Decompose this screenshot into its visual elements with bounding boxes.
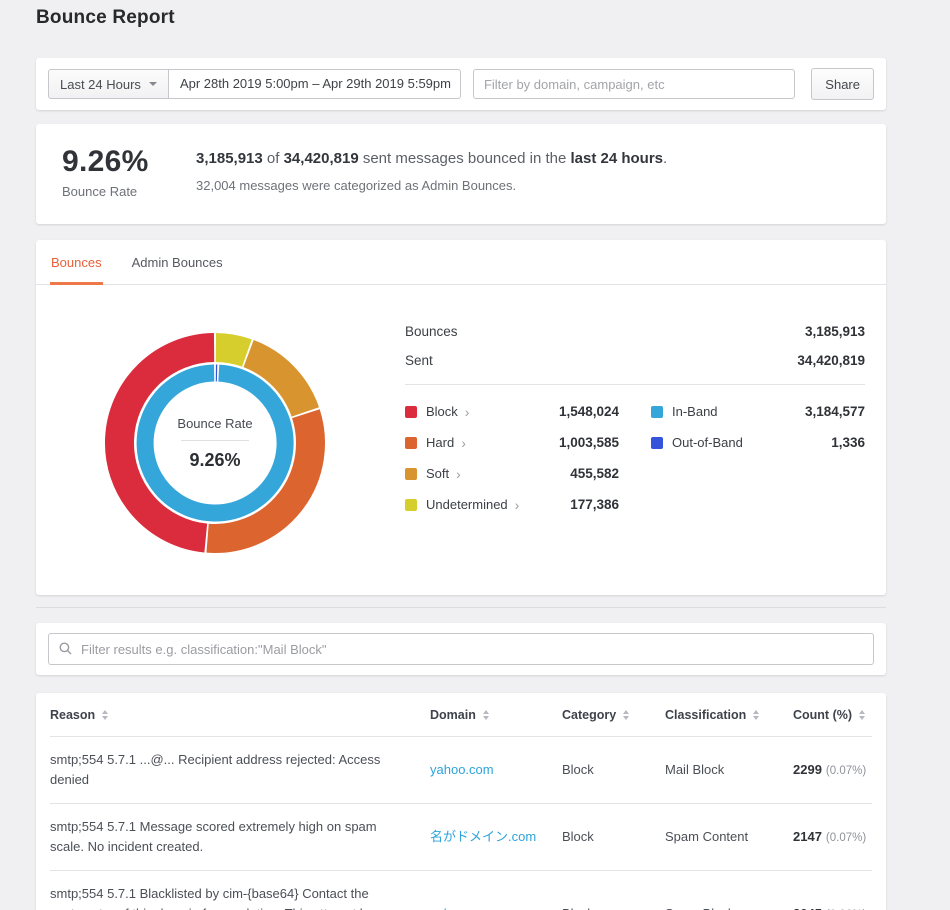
caret-down-icon xyxy=(149,82,157,86)
sort-icon[interactable] xyxy=(859,710,865,720)
undetermined-swatch xyxy=(405,499,417,511)
sort-icon[interactable] xyxy=(102,710,108,720)
bounce-donut-chart[interactable]: Bounce Rate 9.26% xyxy=(103,331,327,555)
column-header-classification[interactable]: Classification xyxy=(665,708,793,722)
tab-admin-bounces[interactable]: Admin Bounces xyxy=(131,240,224,285)
share-button[interactable]: Share xyxy=(811,68,874,100)
block-swatch xyxy=(405,406,417,418)
reason-cell: smtp;554 5.7.1 Blacklisted by cim-{base6… xyxy=(50,884,430,910)
date-range-preset-label: Last 24 Hours xyxy=(60,77,141,92)
domain-link[interactable]: yahoo.com xyxy=(430,762,494,777)
chevron-right-icon[interactable]: › xyxy=(461,436,466,450)
legend-grid: Block › 1,548,024 Hard › 1,003,585 xyxy=(405,396,865,520)
legend-item-block[interactable]: Block › 1,548,024 xyxy=(405,396,619,427)
donut-segment-in-band[interactable] xyxy=(145,373,285,513)
domain-cell: yahoo.com xyxy=(430,760,562,780)
report-toolbar: Last 24 Hours Apr 28th 2019 5:00pm – Apr… xyxy=(36,58,886,110)
chevron-right-icon[interactable]: › xyxy=(515,498,520,512)
table-header-row: Reason Domain Category Classification Co… xyxy=(50,693,872,737)
classification-cell: Mail Block xyxy=(665,760,793,780)
domain-link[interactable]: yahoo.com xyxy=(430,906,494,910)
out-of-band-swatch xyxy=(651,437,663,449)
legend-item-soft[interactable]: Soft › 455,582 xyxy=(405,458,619,489)
category-cell: Block xyxy=(562,827,665,847)
bounce-reasons-table: Reason Domain Category Classification Co… xyxy=(36,693,886,910)
column-header-category[interactable]: Category xyxy=(562,708,665,722)
column-header-reason[interactable]: Reason xyxy=(50,708,430,722)
chart-totals: Bounces 3,185,913 Sent 34,420,819 xyxy=(405,317,865,385)
category-legend: Block › 1,548,024 Hard › 1,003,585 xyxy=(405,396,619,520)
legend-item-in-band: In-Band 3,184,577 xyxy=(651,396,865,427)
bounced-count: 3,185,913 xyxy=(196,150,263,167)
soft-swatch xyxy=(405,468,417,480)
sort-icon[interactable] xyxy=(483,710,489,720)
bounces-total-row: Bounces 3,185,913 xyxy=(405,317,865,346)
sort-icon[interactable] xyxy=(623,710,629,720)
type-legend: In-Band 3,184,577 Out-of-Band 1,336 xyxy=(651,396,865,520)
table-row: smtp;554 5.7.1 Message scored extremely … xyxy=(50,804,872,871)
table-row: smtp;554 5.7.1 ...@... Recipient address… xyxy=(50,737,872,804)
legend-item-out-of-band: Out-of-Band 1,336 xyxy=(651,427,865,458)
date-range-preset-button[interactable]: Last 24 Hours xyxy=(48,69,169,99)
bounces-panel: Bounces Admin Bounces Bounce Rate 9.26% … xyxy=(36,240,886,595)
hard-swatch xyxy=(405,437,417,449)
results-filter-input[interactable] xyxy=(48,633,874,665)
donut-segment-undetermined[interactable] xyxy=(216,348,247,353)
sent-total-row: Sent 34,420,819 xyxy=(405,346,865,375)
category-cell: Block xyxy=(562,760,665,780)
section-divider xyxy=(36,607,886,608)
count-cell: 2147(0.07%) xyxy=(793,827,872,848)
chevron-right-icon[interactable]: › xyxy=(465,405,470,419)
chart-legend: Bounces 3,185,913 Sent 34,420,819 Block … xyxy=(405,317,865,555)
tab-bar: Bounces Admin Bounces xyxy=(36,240,886,285)
chevron-right-icon[interactable]: › xyxy=(456,467,461,481)
date-range-field[interactable]: Apr 28th 2019 5:00pm – Apr 29th 2019 5:5… xyxy=(168,69,461,99)
donut-rings[interactable] xyxy=(103,331,327,555)
sent-count: 34,420,819 xyxy=(284,150,359,167)
chart-section: Bounce Rate 9.26% Bounces 3,185,913 Sent… xyxy=(36,285,886,595)
in-band-swatch xyxy=(651,406,663,418)
reason-cell: smtp;554 5.7.1 Message scored extremely … xyxy=(50,817,430,857)
table-row: smtp;554 5.7.1 Blacklisted by cim-{base6… xyxy=(50,871,872,910)
column-header-domain[interactable]: Domain xyxy=(430,708,562,722)
column-header-count[interactable]: Count (%) xyxy=(793,708,872,722)
legend-item-undetermined[interactable]: Undetermined › 177,386 xyxy=(405,489,619,520)
tab-bounces[interactable]: Bounces xyxy=(50,240,103,285)
category-cell: Block xyxy=(562,904,665,910)
domain-cell: 名がドメイン.com xyxy=(430,827,562,847)
search-icon xyxy=(59,642,72,655)
bounce-rate-value: 9.26% xyxy=(62,145,196,179)
summary-text: 3,185,913 of 34,420,819 sent messages bo… xyxy=(196,145,667,199)
admin-bounces-line: 32,004 messages were categorized as Admi… xyxy=(196,178,667,193)
bounce-summary-panel: 9.26% Bounce Rate 3,185,913 of 34,420,81… xyxy=(36,124,886,224)
domain-campaign-filter-input[interactable] xyxy=(473,69,795,99)
bounce-rate-label: Bounce Rate xyxy=(62,184,196,199)
count-cell: 2045(0.06%) xyxy=(793,904,872,910)
domain-link[interactable]: 名がドメイン.com xyxy=(430,829,536,844)
classification-cell: Spam Content xyxy=(665,827,793,847)
reason-cell: smtp;554 5.7.1 ...@... Recipient address… xyxy=(50,750,430,790)
domain-cell: yahoo.com xyxy=(430,904,562,910)
page-title: Bounce Report xyxy=(36,0,886,29)
classification-cell: Spam Block xyxy=(665,904,793,910)
summary-line-1: 3,185,913 of 34,420,819 sent messages bo… xyxy=(196,150,667,167)
count-cell: 2299(0.07%) xyxy=(793,760,872,781)
results-filter-panel xyxy=(36,623,886,675)
bounce-rate-block: 9.26% Bounce Rate xyxy=(62,145,196,199)
legend-item-hard[interactable]: Hard › 1,003,585 xyxy=(405,427,619,458)
sort-icon[interactable] xyxy=(753,710,759,720)
